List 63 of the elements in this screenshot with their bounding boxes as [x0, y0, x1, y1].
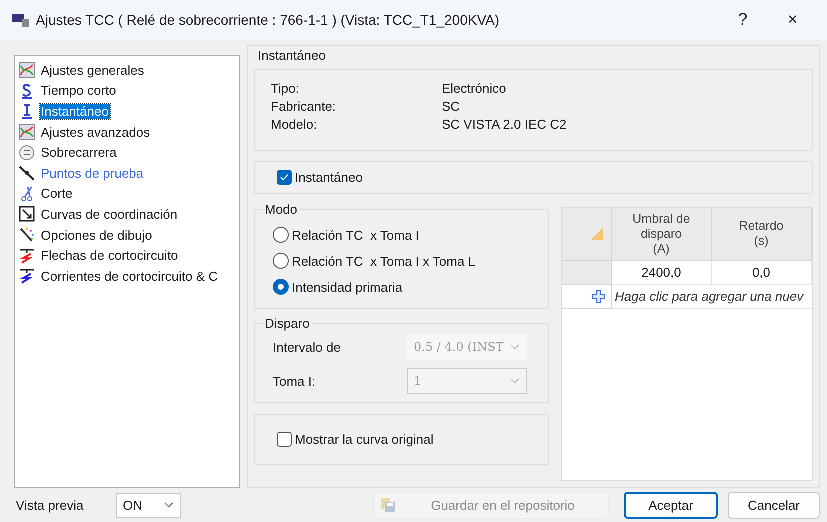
- letter-s-icon: [19, 82, 35, 99]
- window-title: Ajustes TCC ( Relé de sobrecorriente : 766-1-1 ) (Vista: TCC_T1_200KVA): [36, 12, 500, 28]
- letter-i-icon: [19, 103, 35, 120]
- sidebar-item[interactable]: Curvas de coordinación: [40, 206, 179, 222]
- info-label: Modelo:: [271, 117, 318, 132]
- arrow-icon: [19, 248, 35, 264]
- radio-label: Relación TC x Toma I x Toma L: [292, 254, 476, 268]
- app-icon: [12, 13, 30, 27]
- info-label: Fabricante:: [271, 99, 338, 114]
- sidebar-item[interactable]: Ajustes avanzados: [40, 124, 152, 140]
- info-value: SC VISTA 2.0 IEC C2: [442, 117, 568, 132]
- sidebar-item[interactable]: Flechas de cortocircuito: [40, 248, 180, 264]
- new-row-prompt[interactable]: Haga clic para agregar una nuev: [612, 285, 812, 309]
- field-label: Toma I:: [273, 374, 317, 388]
- table-cell: 0,0: [712, 261, 812, 285]
- close-button[interactable]: ×: [771, 5, 815, 35]
- sidebar-item[interactable]: Instantáneo: [40, 104, 110, 119]
- save-icon: [380, 497, 396, 513]
- dialog-button[interactable]: Aceptar: [624, 492, 718, 518]
- scissors-icon: [19, 186, 35, 202]
- field-label: Intervalo de: [273, 340, 342, 354]
- radio-label: Intensidad primaria: [292, 280, 403, 294]
- sidebar-item[interactable]: Tiempo corto: [40, 83, 118, 98]
- sidebar-item[interactable]: Ajustes generales: [40, 62, 146, 78]
- column-header[interactable]: Retardo (s): [712, 208, 812, 261]
- dialog-button[interactable]: Cancelar: [728, 492, 820, 518]
- help-button[interactable]: ?: [721, 5, 765, 35]
- chart-icon: [19, 62, 35, 78]
- chevron-down-icon: [164, 502, 174, 508]
- chevron-down-icon: [510, 344, 520, 350]
- sidebar-item[interactable]: Sobrecarrera: [40, 145, 118, 160]
- checkbox-label: Mostrar la curva original: [295, 432, 434, 447]
- checkbox-label: Instantáneo: [295, 170, 363, 185]
- plus-icon: [592, 290, 605, 303]
- info-value: SC: [442, 99, 462, 114]
- radio-button[interactable]: [273, 253, 289, 269]
- checkbox[interactable]: [277, 170, 292, 185]
- check-icon: [280, 174, 289, 181]
- column-header[interactable]: Umbral de disparo (A): [612, 208, 712, 261]
- sidebar-item[interactable]: Corte: [40, 186, 74, 202]
- sidebar-item[interactable]: Opciones de dibujo: [40, 228, 154, 243]
- sidebar-item[interactable]: Puntos de prueba: [40, 166, 145, 181]
- radio-button[interactable]: [273, 227, 289, 243]
- chart-icon: [19, 124, 35, 140]
- info-label: Tipo:: [271, 81, 300, 96]
- preview-dropdown[interactable]: ON: [116, 492, 181, 518]
- checkbox[interactable]: [277, 432, 292, 447]
- radio-label: Relación TC x Toma I: [292, 228, 420, 242]
- table-cell: 2400,0: [612, 261, 712, 285]
- panel-title: Instantáneo: [258, 48, 327, 63]
- preview-label: Vista previa: [16, 498, 85, 512]
- square-icon: [19, 206, 35, 222]
- arrow-icon: [19, 268, 35, 284]
- triangle-icon: [591, 228, 603, 240]
- circle-icon: [19, 144, 35, 161]
- group-title: Disparo: [263, 316, 312, 331]
- pencil-icon: [19, 227, 35, 244]
- info-value: Electrónico: [442, 81, 508, 96]
- radio-button[interactable]: [273, 279, 289, 295]
- sidebar-item[interactable]: Corrientes de cortocircuito & C: [40, 268, 220, 284]
- group-title: Modo: [263, 202, 300, 217]
- chevron-down-icon: [510, 378, 520, 384]
- probe-icon: [19, 165, 35, 182]
